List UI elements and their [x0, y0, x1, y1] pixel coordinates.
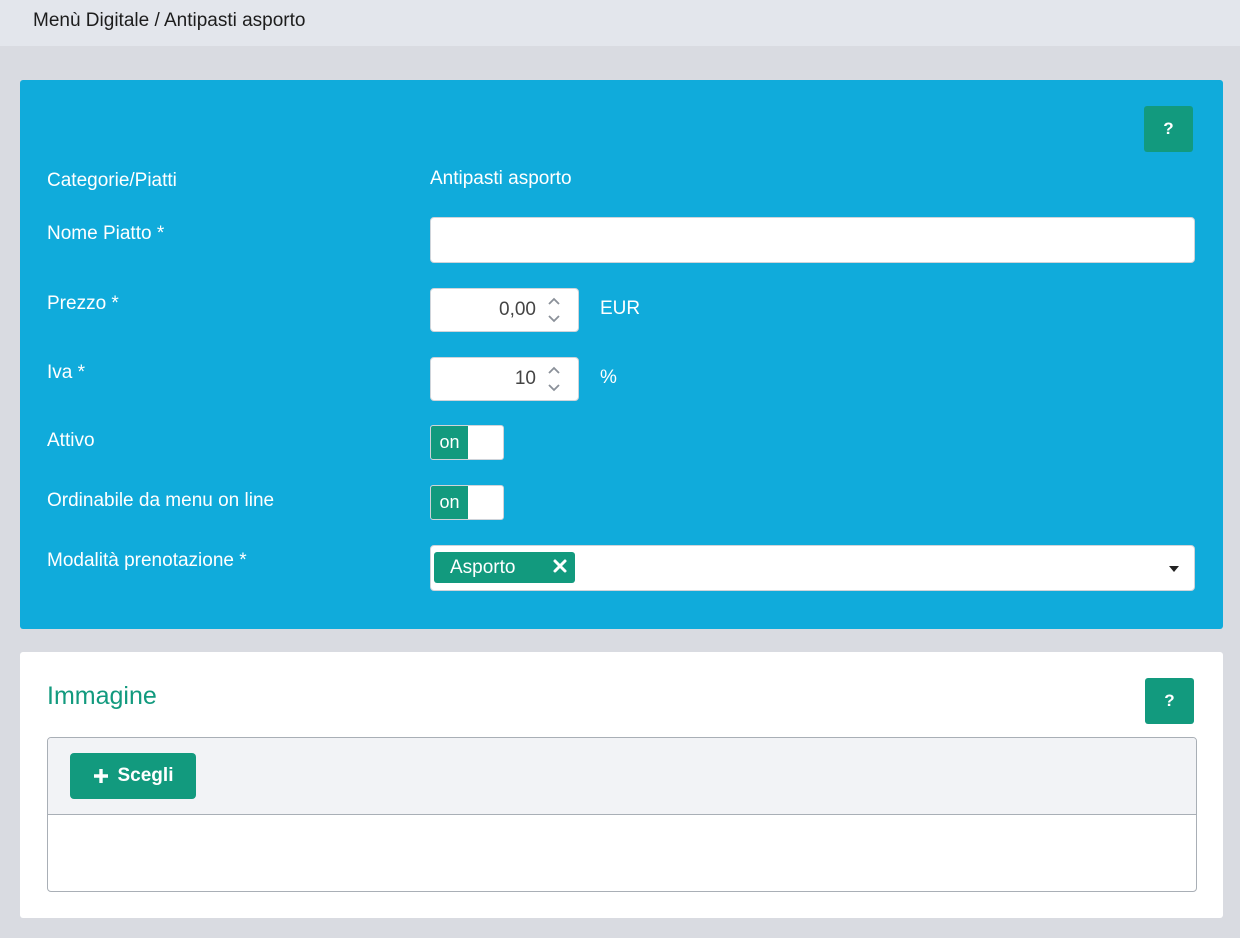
vat-label: Iva *	[47, 362, 86, 383]
upload-toolbar: Scegli	[48, 738, 1196, 815]
dropdown-caret-icon[interactable]	[1168, 565, 1180, 573]
orderable-toggle[interactable]: on	[430, 485, 504, 520]
plus-icon	[93, 769, 108, 783]
price-input[interactable]: 0,00	[430, 288, 579, 332]
vat-value: 10	[514, 368, 536, 389]
dish-name-input[interactable]	[430, 217, 1195, 263]
image-panel: Immagine ? Scegli	[20, 652, 1223, 918]
category-label: Categorie/Piatti	[47, 170, 177, 191]
booking-mode-label: Modalità prenotazione *	[47, 550, 247, 571]
active-toggle-state: on	[431, 426, 468, 459]
active-label: Attivo	[47, 430, 95, 451]
choose-image-label: Scegli	[117, 765, 174, 786]
orderable-label: Ordinabile da menu on line	[47, 490, 275, 511]
image-panel-title: Immagine	[47, 682, 157, 710]
vat-input[interactable]: 10	[430, 357, 579, 401]
remove-chip-icon[interactable]	[552, 558, 568, 574]
top-bar: Menù Digitale / Antipasti asporto	[0, 0, 1240, 46]
vat-unit: %	[600, 367, 617, 388]
spinner-arrows-icon[interactable]	[547, 364, 561, 394]
dish-form-panel: ? Categorie/Piatti Antipasti asporto Nom…	[20, 80, 1223, 629]
booking-mode-chip: Asporto	[434, 552, 575, 583]
price-value: 0,00	[499, 299, 536, 320]
image-help-button[interactable]: ?	[1145, 678, 1194, 724]
booking-mode-select[interactable]: Asporto	[430, 545, 1195, 591]
choose-image-button[interactable]: Scegli	[70, 753, 196, 799]
orderable-toggle-state: on	[431, 486, 468, 519]
active-toggle[interactable]: on	[430, 425, 504, 460]
spinner-arrows-icon[interactable]	[547, 295, 561, 325]
price-unit: EUR	[600, 298, 641, 319]
breadcrumb: Menù Digitale / Antipasti asporto	[33, 10, 306, 31]
category-value: Antipasti asporto	[430, 168, 572, 189]
chip-label: Asporto	[450, 557, 516, 578]
form-help-button[interactable]: ?	[1144, 106, 1193, 152]
dish-name-label: Nome Piatto *	[47, 223, 165, 244]
image-upload-area: Scegli	[47, 737, 1197, 892]
price-label: Prezzo *	[47, 293, 119, 314]
